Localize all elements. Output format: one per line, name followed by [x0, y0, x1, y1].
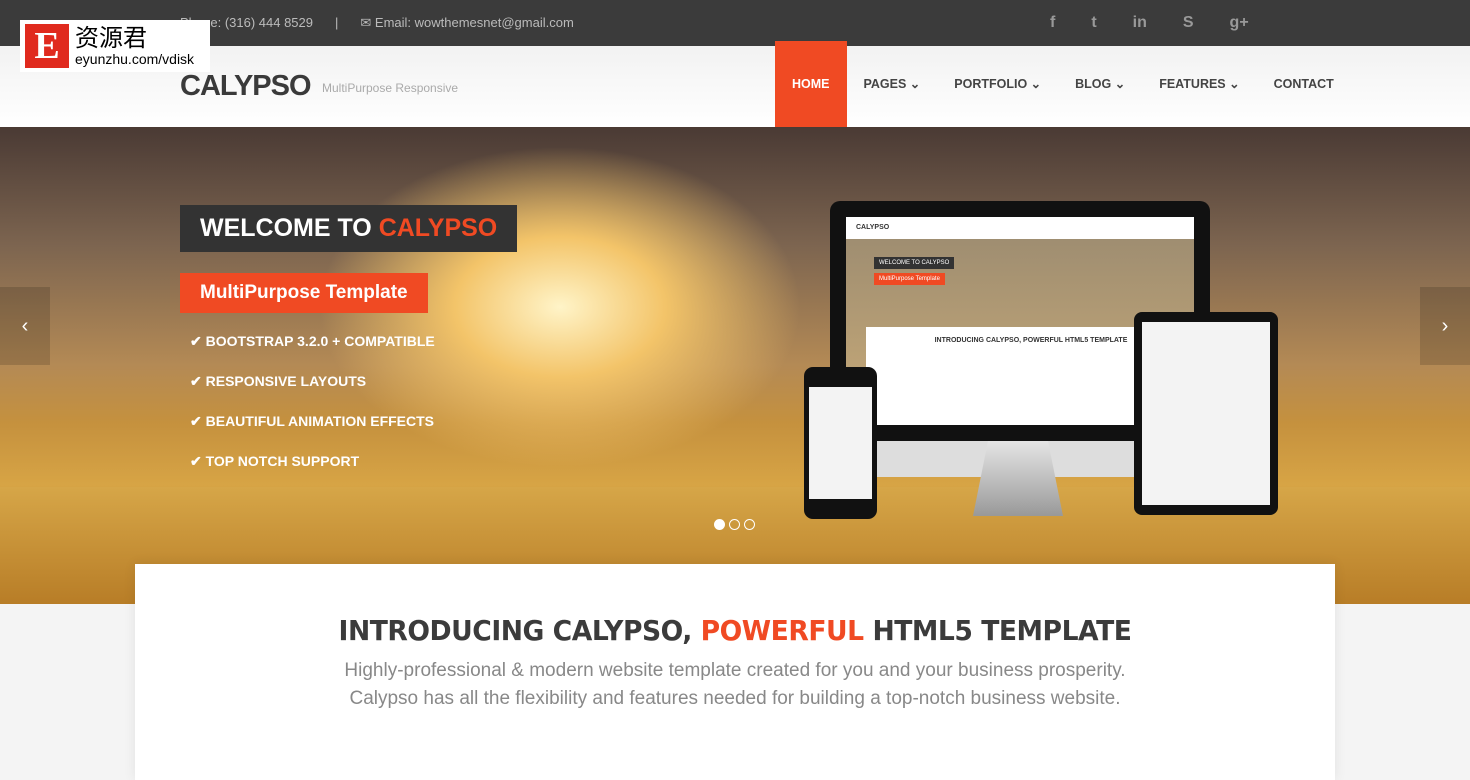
skype-icon[interactable]: S: [1183, 14, 1194, 32]
top-bar: Phone: (316) 444 8529 | ✉ Email: wowthem…: [0, 0, 1470, 46]
intro-title: INTRODUCING CALYPSO, POWERFUL HTML5 TEMP…: [165, 614, 1305, 647]
hero-title-accent: CALYPSO: [378, 214, 498, 242]
email-text: Email: wowthemesnet@gmail.com: [374, 15, 574, 30]
intro-line: Highly-professional & modern website tem…: [344, 660, 1126, 681]
nav-contact[interactable]: CONTACT: [1257, 41, 1351, 127]
hero-slider: WELCOME TO CALYPSO MultiPurpose Template…: [0, 127, 1470, 604]
intro-section: INTRODUCING CALYPSO, POWERFUL HTML5 TEMP…: [135, 564, 1335, 780]
nav-features[interactable]: FEATURES ⌄: [1142, 41, 1256, 127]
hero-title: WELCOME TO CALYPSO: [180, 205, 518, 252]
feature-item: ✔ RESPONSIVE LAYOUTS: [190, 373, 367, 389]
linkedin-icon[interactable]: in: [1133, 14, 1147, 32]
facebook-icon[interactable]: f: [1050, 14, 1055, 32]
separator: |: [335, 15, 339, 30]
mockup-subtitle: MultiPurpose Template: [874, 273, 945, 285]
slide-dot[interactable]: [714, 519, 725, 530]
watermark-url: eyunzhu.com/vdisk: [75, 51, 195, 67]
mockup-logo: CALYPSO: [846, 217, 1194, 239]
nav-home[interactable]: HOME: [775, 41, 847, 127]
feature-item: ✔ BOOTSTRAP 3.2.0 + COMPATIBLE: [190, 333, 435, 349]
watermark-name: 资源君: [75, 24, 147, 52]
email-link[interactable]: ✉ Email: wowthemesnet@gmail.com: [360, 15, 573, 31]
slide-indicators: [714, 519, 755, 530]
prev-slide-button[interactable]: ‹: [0, 287, 50, 365]
hero-title-text: WELCOME TO: [200, 214, 379, 242]
intro-title-b: HTML5 TEMPLATE: [863, 614, 1132, 647]
hero-subtitle: MultiPurpose Template: [180, 273, 428, 313]
nav-pages[interactable]: PAGES ⌄: [847, 41, 938, 127]
feature-list: ✔ BOOTSTRAP 3.2.0 + COMPATIBLE ✔ RESPONS…: [190, 333, 435, 493]
logo[interactable]: CALYPSO: [180, 70, 312, 103]
envelope-icon: ✉: [360, 15, 375, 30]
intro-title-accent: POWERFUL: [700, 614, 865, 647]
tablet-mockup: [1134, 312, 1278, 515]
tagline: MultiPurpose Responsive: [322, 81, 459, 95]
next-slide-button[interactable]: ›: [1420, 287, 1470, 365]
twitter-icon[interactable]: t: [1091, 14, 1096, 32]
google-plus-icon[interactable]: g+: [1230, 14, 1249, 32]
feature-item: ✔ BEAUTIFUL ANIMATION EFFECTS: [190, 413, 435, 429]
intro-title-a: INTRODUCING CALYPSO,: [338, 614, 701, 647]
nav-blog[interactable]: BLOG ⌄: [1058, 41, 1142, 127]
slide-dot[interactable]: [744, 519, 755, 530]
nav-portfolio[interactable]: PORTFOLIO ⌄: [937, 41, 1058, 127]
watermark: E 资源君 eyunzhu.com/vdisk: [20, 20, 210, 72]
feature-item: ✔ TOP NOTCH SUPPORT: [190, 453, 360, 469]
header: CALYPSO MultiPurpose Responsive HOME PAG…: [0, 41, 1470, 127]
phone-mockup: [804, 367, 877, 519]
mockup-welcome: WELCOME TO CALYPSO: [874, 257, 955, 269]
intro-line: Calypso has all the flexibility and feat…: [349, 688, 1121, 709]
watermark-logo: E: [25, 24, 69, 68]
slide-dot[interactable]: [729, 519, 740, 530]
main-nav: HOME PAGES ⌄ PORTFOLIO ⌄ BLOG ⌄ FEATURES…: [775, 41, 1351, 127]
